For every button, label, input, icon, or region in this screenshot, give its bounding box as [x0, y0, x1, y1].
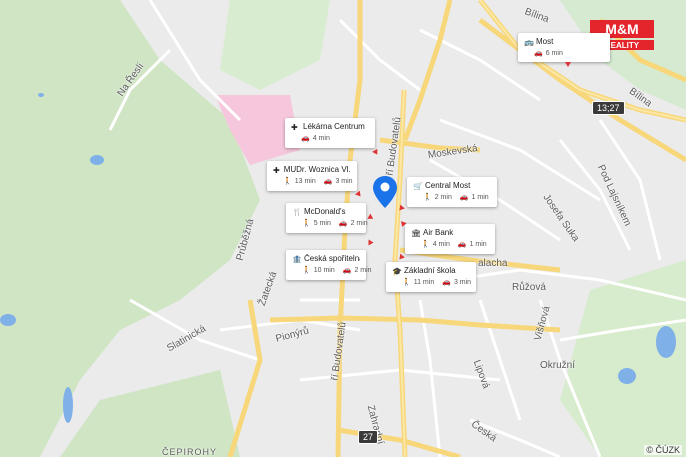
svg-text:M&M: M&M	[605, 21, 638, 37]
street-label: ČEPIROHY	[162, 447, 218, 457]
poi-name: Česká spořitelna	[304, 254, 360, 263]
poi-name: Most	[536, 37, 554, 46]
location-pin-icon[interactable]	[373, 176, 397, 208]
pharmacy-icon: ✚	[273, 165, 280, 175]
street-label: alacha	[478, 258, 508, 269]
poi-card-zakladni-skola[interactable]: 🎓 Základní škola 🚶 11 min 🚗 3 min	[386, 262, 476, 292]
svg-text:REALITY: REALITY	[605, 41, 640, 50]
poi-walk-time: 4 min	[432, 240, 450, 248]
cart-icon: 🛒	[413, 181, 423, 191]
poi-car-time: 3 min	[453, 278, 472, 286]
poi-card-mudr[interactable]: ✚ MUDr. Woznica Vl... 🚶 13 min 🚗 3 min	[267, 161, 357, 191]
pond	[90, 155, 104, 165]
poi-name: Central Most	[425, 181, 471, 190]
restaurant-icon: 🍴	[292, 207, 302, 217]
car-icon: 🚗	[338, 220, 348, 227]
pond	[63, 387, 73, 423]
street-label: Okružní	[540, 360, 576, 371]
poi-name: Základní škola	[404, 266, 456, 275]
route-number-badge: 27	[358, 430, 379, 444]
car-icon: 🚗	[342, 267, 352, 274]
poi-car-time: 2 min	[354, 266, 372, 274]
pond	[618, 368, 636, 384]
poi-car-time: 4 min	[312, 134, 330, 142]
poi-card-lekarna[interactable]: ✚ Lékárna Centrum 🚗 4 min	[285, 118, 375, 148]
bank-icon: 🏛	[411, 228, 422, 238]
walk-icon: 🚶	[421, 241, 430, 248]
poi-name: Air Bank	[423, 228, 454, 237]
pointer-arrow-icon	[368, 239, 374, 246]
street-label: Růžová	[512, 282, 546, 293]
car-icon: 🚗	[442, 279, 451, 286]
bank-safe-icon: 🏦	[292, 254, 302, 264]
poi-car-time: 2 min	[350, 219, 368, 227]
poi-car-time: 3 min	[335, 177, 353, 185]
walk-icon: 🚶	[302, 220, 311, 227]
map-attribution[interactable]: © ČÚZK	[644, 445, 682, 455]
poi-car-time: 1 min	[469, 240, 487, 248]
poi-name: McDonald's	[304, 207, 346, 216]
poi-name: Lékárna Centrum	[303, 122, 365, 131]
car-icon: 🚗	[301, 135, 310, 142]
poi-name: MUDr. Woznica Vl...	[283, 165, 351, 174]
car-icon: 🚗	[323, 178, 333, 185]
poi-walk-time: 13 min	[294, 177, 316, 185]
poi-card-most[interactable]: 🚌 Most 🚗 6 min	[518, 33, 610, 62]
pointer-arrow-icon	[565, 62, 571, 67]
poi-walk-time: 2 min	[434, 193, 452, 201]
poi-card-mcdonalds[interactable]: 🍴 McDonald's 🚶 5 min 🚗 2 min	[286, 203, 368, 233]
car-icon: 🚗	[457, 241, 467, 248]
pond	[0, 314, 16, 326]
poi-walk-time: 11 min	[413, 278, 435, 286]
school-icon: 🎓	[392, 266, 402, 276]
car-icon: 🚗	[459, 194, 469, 201]
bus-icon: 🚌	[524, 37, 534, 47]
pond	[38, 93, 44, 97]
pond	[656, 326, 676, 358]
poi-car-time: 6 min	[545, 49, 563, 57]
walk-icon: 🚶	[423, 194, 432, 201]
car-icon: 🚗	[534, 50, 543, 57]
poi-card-air-bank[interactable]: 🏛 Air Bank 🚶 4 min 🚗 1 min	[405, 224, 495, 254]
poi-card-ceska-sporitelna[interactable]: 🏦 Česká spořitelna 🚶 10 min 🚗 2 min	[286, 250, 372, 280]
route-number-badge: 13;27	[592, 101, 625, 115]
poi-walk-time: 10 min	[313, 266, 335, 274]
walk-icon: 🚶	[302, 267, 311, 274]
walk-icon: 🚶	[283, 178, 292, 185]
poi-car-time: 1 min	[471, 193, 489, 201]
walk-icon: 🚶	[402, 279, 411, 286]
poi-walk-time: 5 min	[313, 219, 331, 227]
poi-card-central-most[interactable]: 🛒 Central Most 🚶 2 min 🚗 1 min	[407, 177, 497, 207]
pharmacy-icon: ✚	[291, 122, 298, 132]
